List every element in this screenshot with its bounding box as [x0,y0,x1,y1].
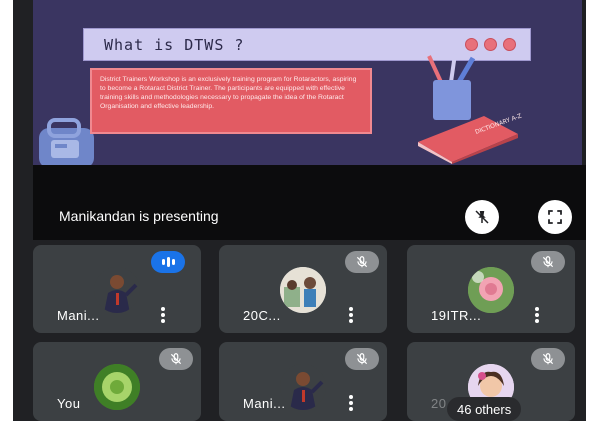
dot-decoration [484,38,497,51]
more-vert-icon[interactable] [161,307,165,323]
others-count-button[interactable]: 46 others [447,397,522,421]
participant-name: Mani... [243,396,286,411]
participant-tile[interactable]: Mani... [33,245,201,333]
fullscreen-icon [548,210,562,224]
participant-tile[interactable]: Mani... [219,342,387,421]
avatar [280,364,326,410]
mic-off-icon [531,251,565,273]
participant-name: 20 [431,396,447,411]
slide-body-card: District Trainers Workshop is an exclusi… [90,68,372,134]
unpin-button[interactable] [465,200,499,234]
others-count-label: 46 others [457,401,512,417]
avatar [280,267,326,313]
participant-name: Mani... [57,308,100,323]
participant-tile[interactable]: 19ITR... [407,245,575,333]
slide-dots [465,38,516,51]
mic-off-icon [159,348,193,370]
mic-off-icon [531,348,565,370]
more-vert-icon[interactable] [349,307,353,323]
avatar [94,364,140,410]
participant-tile[interactable]: You [33,342,201,421]
dot-decoration [465,38,478,51]
mic-off-icon [345,348,379,370]
fullscreen-button[interactable] [538,200,572,234]
avatar [468,267,514,313]
pin-off-icon [475,210,489,224]
presenter-bar: Manikandan is presenting [33,165,586,240]
participant-name: You [57,396,81,411]
audio-bars-icon [151,251,185,273]
more-vert-icon[interactable] [349,395,353,411]
participant-name: 20C... [243,308,281,323]
book-illustration: DICTIONARY A-Z [418,113,522,164]
participant-name: 19ITR... [431,308,482,323]
meeting-screen: What is DTWS ? District Trainers Worksho… [13,0,586,421]
presenter-status: Manikandan is presenting [59,208,219,224]
slide-body-text: District Trainers Workshop is an exclusi… [100,76,357,110]
presentation-stage[interactable]: What is DTWS ? District Trainers Worksho… [33,0,586,240]
participant-tile[interactable]: 20C... [219,245,387,333]
slide-title: What is DTWS ? [104,35,245,54]
shared-slide: What is DTWS ? District Trainers Worksho… [33,0,582,165]
more-vert-icon[interactable] [535,307,539,323]
dot-decoration [503,38,516,51]
avatar [94,267,140,313]
mic-off-icon [345,251,379,273]
